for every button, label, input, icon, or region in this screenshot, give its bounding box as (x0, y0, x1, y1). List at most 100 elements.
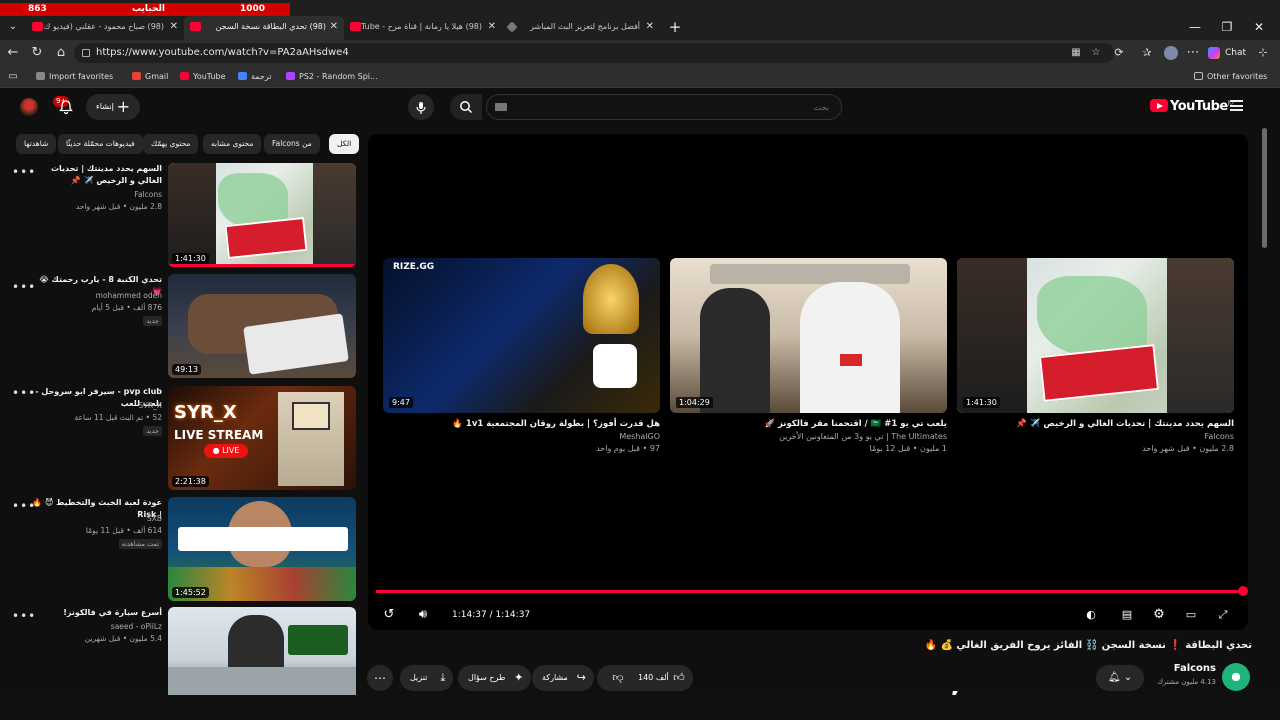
search-box[interactable] (486, 94, 842, 120)
close-tab-icon[interactable]: ✕ (646, 16, 654, 38)
endscreen-title[interactable]: هل قدرت أفوز؟ | بطولة روقان المجتمعية 1v… (383, 417, 660, 431)
close-tab-icon[interactable]: ✕ (488, 16, 496, 38)
video-thumbnail[interactable]: 1:45:52 (168, 497, 356, 601)
more-actions-icon[interactable]: ••• (12, 280, 36, 294)
bookmark-translate[interactable]: ترجمة (238, 66, 272, 87)
video-player[interactable]: RIZE.GG 9:47 هل قدرت أفوز؟ | بطولة روقان… (368, 134, 1248, 630)
recommendation-item[interactable]: 1:45:52 عودة لعبة الخبث والتخطيط 😈 🔥 | R… (8, 497, 358, 605)
fullscreen-icon[interactable]: ⤢ (1214, 606, 1232, 624)
channel-name[interactable]: mohammed oden (28, 290, 162, 301)
channel-name[interactable]: SXB (28, 513, 162, 524)
address-bar[interactable]: https://www.youtube.com/watch?v=PA2aAHsd… (74, 43, 1114, 63)
page-scrollbar[interactable] (1260, 88, 1270, 695)
new-tab-button[interactable]: + (660, 16, 690, 38)
recommendation-item[interactable]: SYR_X LIVE STREAM ● LIVE 2:21:38 pvp clu… (8, 386, 358, 494)
settings-gear-icon[interactable]: ⚙ (1150, 606, 1168, 624)
recommendation-item[interactable]: 49:13 تحدي الكنبة 8 - يارب رحمتك 😭 💗 moh… (8, 274, 358, 382)
tab-2-active[interactable]: نسخة السجن (98) تحدي البطاقة ✕ (184, 16, 344, 40)
endscreen-thumbnail[interactable]: 1:41:30 (957, 258, 1234, 413)
more-actions-icon[interactable]: ••• (12, 609, 36, 623)
other-favorites[interactable]: Other favorites (1194, 66, 1267, 87)
dislike-button[interactable]: 👎︎ (597, 665, 639, 691)
channel-name[interactable]: Falcons (28, 189, 162, 200)
close-window-button[interactable]: ✕ (1244, 16, 1274, 38)
scrollbar-thumb[interactable] (1262, 128, 1267, 248)
site-info-icon[interactable] (82, 49, 90, 57)
video-thumbnail[interactable]: SYR_X LIVE STREAM ● LIVE 2:21:38 (168, 386, 356, 490)
video-thumbnail[interactable]: 49:13 (168, 274, 356, 378)
back-arrow-icon[interactable]: ← (4, 44, 22, 62)
chip-all[interactable]: الكل (329, 134, 360, 154)
minimize-window-button[interactable]: — (1180, 16, 1210, 38)
channel-name[interactable]: SYR_X (28, 400, 162, 411)
search-button[interactable] (450, 94, 482, 120)
account-avatar[interactable] (20, 98, 38, 116)
more-actions-icon[interactable]: ••• (12, 499, 36, 513)
bookmark-gmail[interactable]: Gmail (132, 66, 168, 87)
subtitles-icon[interactable]: ▤ (1118, 606, 1136, 624)
channel-avatar[interactable] (1222, 663, 1250, 691)
subscription-bell-button[interactable]: 🔔︎ ⌄ (1096, 665, 1144, 691)
endscreen-video[interactable]: 1:41:30 السهم يحدد مدينتك | تحديات الغال… (957, 258, 1234, 455)
endscreen-channel[interactable]: MeshalGO (383, 431, 660, 443)
copilot-chat-button[interactable]: Chat (1208, 44, 1246, 62)
seek-bar[interactable] (376, 590, 1242, 593)
close-tab-icon[interactable]: ✕ (330, 16, 338, 38)
endscreen-thumbnail[interactable]: 1:04:29 (670, 258, 947, 413)
endscreen-title[interactable]: السهم يحدد مدينتك | تحديات الغالي و الرخ… (957, 417, 1234, 431)
replay-icon[interactable]: ↺ (380, 606, 398, 624)
more-actions-icon[interactable]: ••• (12, 165, 36, 179)
profile-avatar[interactable] (1162, 44, 1180, 62)
youtube-logo[interactable]: YouTubeJO (1150, 99, 1234, 114)
channel-name[interactable]: saeed - oPiiLz (28, 621, 162, 632)
chip-related[interactable]: محتوى مشابه (203, 134, 262, 154)
app-available-icon[interactable]: ▦ (1070, 47, 1082, 59)
chip-for-you[interactable]: محتوى يهمّك (143, 134, 199, 154)
favorite-star-icon[interactable]: ☆ (1090, 47, 1102, 59)
download-button[interactable]: تنزيل ⤓ (400, 665, 454, 691)
reload-icon[interactable]: ↻ (28, 44, 46, 62)
endscreen-channel[interactable]: Falcons (957, 431, 1234, 443)
chip-watched[interactable]: شاهدتها (16, 134, 57, 154)
chip-recently-uploaded[interactable]: فيديوهات محمّلة حديثًا (58, 134, 143, 154)
chip-from-falcons[interactable]: من Falcons (264, 134, 320, 154)
video-title[interactable]: أسرع سيارة في فالكونز! (28, 607, 162, 619)
recommendation-item[interactable]: 1:41:30 السهم يحدد مدينتك | تحديات الغال… (8, 163, 358, 271)
more-actions-button[interactable]: ⋯ (367, 665, 393, 691)
favorites-icon[interactable]: ✰ (1138, 44, 1156, 62)
refresh-extension-icon[interactable]: ⟳ (1110, 44, 1128, 62)
close-tab-icon[interactable]: ✕ (170, 16, 178, 38)
bookmark-ps2[interactable]: PS2 - Random Spi... (286, 66, 378, 87)
tab-3[interactable]: (98) هيلا يا رمانة | قناة مرح - Tube ✕ (344, 16, 502, 40)
more-menu-icon[interactable]: ⋯ (1184, 44, 1202, 62)
endscreen-thumbnail[interactable]: RIZE.GG 9:47 (383, 258, 660, 413)
endscreen-title[interactable]: يلعب تي يو 🇸🇦 #1 / اقتحمنا مقر فالكونز 🚀 (670, 417, 947, 431)
ask-button[interactable]: طرح سؤال ✦ (458, 665, 532, 691)
share-button[interactable]: مشاركة ↪ (532, 665, 594, 691)
hamburger-menu-icon[interactable] (1230, 100, 1243, 111)
channel-name-link[interactable]: Falcons (1150, 663, 1216, 674)
tab-1[interactable]: (98) صباح محمود - عقلني (فيديو ك... ✕ (26, 16, 184, 40)
home-icon[interactable]: ⌂ (52, 44, 70, 62)
tab-4[interactable]: أفضل برنامج لتعزيز البث المباشر ✕ (502, 16, 660, 40)
theater-mode-icon[interactable]: ▭ (1182, 606, 1200, 624)
url-text[interactable]: https://www.youtube.com/watch?v=PA2aAHsd… (96, 43, 349, 63)
bookmark-import-favorites[interactable]: Import favorites (36, 66, 113, 87)
endscreen-channel[interactable]: The Ultimates | تي يو و3 من المتعاونين ا… (670, 431, 947, 443)
edge-sidebar-icon[interactable]: ⊹ (1254, 44, 1272, 62)
search-input[interactable] (487, 95, 841, 119)
autoplay-toggle-icon[interactable]: ◐ (1082, 606, 1100, 624)
endscreen-video[interactable]: RIZE.GG 9:47 هل قدرت أفوز؟ | بطولة روقان… (383, 258, 660, 455)
create-button[interactable]: إنشاء + (86, 94, 140, 120)
seek-handle[interactable] (1238, 586, 1248, 596)
bookmark-youtube[interactable]: YouTube (180, 66, 226, 87)
volume-icon[interactable]: 🔊︎ (414, 606, 432, 624)
video-thumbnail[interactable] (168, 607, 356, 695)
tab-actions-icon[interactable]: ▭ (4, 68, 22, 86)
more-actions-icon[interactable]: ••• (12, 386, 36, 400)
video-title[interactable]: السهم يحدد مدينتك | تحديات الغالي و الرخ… (28, 163, 162, 187)
voice-search-button[interactable] (408, 94, 434, 120)
notifications-bell-icon[interactable] (58, 99, 74, 115)
maximize-window-button[interactable]: ❐ (1212, 16, 1242, 38)
endscreen-video[interactable]: 1:04:29 يلعب تي يو 🇸🇦 #1 / اقتحمنا مقر ف… (670, 258, 947, 455)
